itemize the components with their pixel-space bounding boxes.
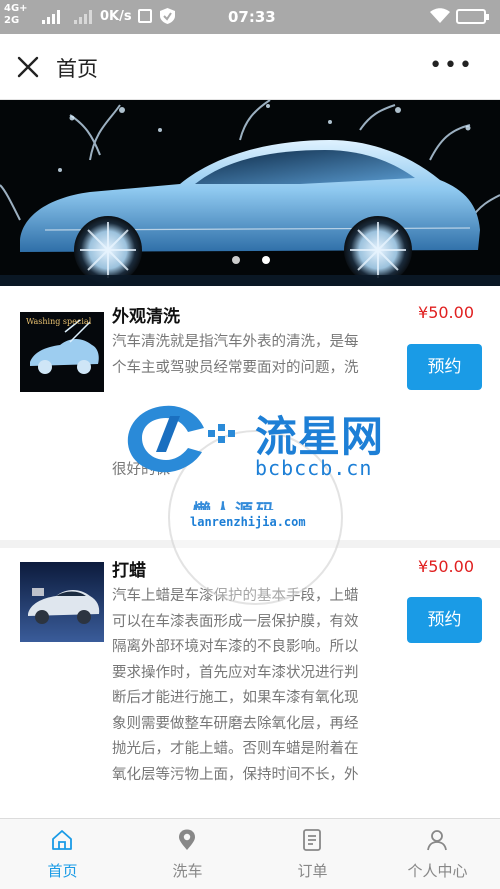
service-thumbnail: Washing special [20,312,104,392]
book-button[interactable]: 预约 [407,344,482,390]
tab-orders[interactable]: 订单 [250,819,375,889]
network-type-secondary: 2G [4,15,20,26]
desc-line: 汽车清洗就是指汽车外表的清洗，是每 [112,334,359,350]
watermark-url: lanrenzhijia.com [190,515,306,529]
watermark-subtitle: 懒人源码 [193,497,277,510]
order-icon [303,829,321,851]
shield-icon [160,8,175,24]
tab-home[interactable]: 首页 [0,819,125,889]
desc-line: 可以在车漆表面形成一层保护膜，有效 [112,613,359,630]
car-wash-banner-image [0,100,500,286]
service-description: 汽车上蜡是车漆保护的基本手段，上蜡 可以在车漆表面形成一层保护膜，有效 隔离外部… [112,584,402,804]
thumbnail-caption: Washing special [26,317,92,326]
location-icon [179,829,195,850]
service-name: 打蜡 [112,561,146,581]
more-icon[interactable]: ••• [429,55,474,77]
page-title: 首页 [56,57,98,81]
desc-line: 象则需要做整车研磨去除氧化层，再经 [112,715,359,732]
desc-line: 隔离外部环境对车漆的不良影响。所以 [112,639,359,655]
desc-line: 要求操作时，首先应对车漆状况进行判 [112,664,359,681]
watermark-domain: bcbccb.cn [255,456,373,480]
network-speed: 0K/s [100,9,132,24]
battery-icon [456,9,489,24]
status-bar: 4G+ 2G 0K/s 07:33 [0,0,500,34]
notification-icon [138,9,152,23]
tab-car-wash[interactable]: 洗车 [125,819,250,889]
user-icon [427,830,447,851]
service-name: 外观清洗 [112,307,180,327]
network-type-primary: 4G+ [4,3,28,14]
signal-icon [42,10,60,24]
service-thumbnail [20,562,104,642]
carousel-dot-2[interactable] [262,256,270,264]
desc-line: 氧化层等污物上面，保持时间不长，外 [112,766,359,783]
tab-profile[interactable]: 个人中心 [375,819,500,889]
network-indicator: 4G+ 2G [4,3,28,27]
desc-line: 个车主或驾驶员经常要面对的问题，洗 [112,359,359,376]
tab-label: 订单 [297,862,328,880]
tab-label: 洗车 [172,862,203,880]
carousel-dot-1[interactable] [232,256,240,264]
watermark-logo-icon [127,405,235,473]
clock: 07:33 [228,8,276,26]
home-icon [52,830,72,850]
bottom-tab-bar: 首页 洗车 订单 个人中心 [0,818,500,889]
service-price: ¥50.00 [418,557,474,576]
wifi-icon [430,8,450,23]
book-button[interactable]: 预约 [407,597,482,643]
desc-line: 抛光后，才能上蜡。否则车蜡是附着在 [112,741,359,757]
banner-carousel[interactable] [0,100,500,286]
close-icon[interactable] [16,55,40,79]
header-bar: 首页 ••• [0,34,500,100]
tab-label: 首页 [47,862,78,880]
service-price: ¥50.00 [418,303,474,322]
desc-line: 断后才能进行施工，如果车漆有氧化现 [112,690,359,706]
watermark-title: 流星网 [255,412,385,461]
tab-label: 个人中心 [407,862,468,880]
signal-icon-secondary [74,10,92,24]
